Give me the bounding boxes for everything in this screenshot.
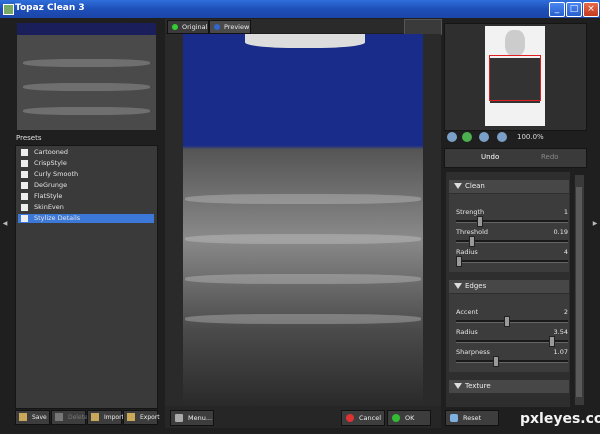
navigator-view-rect[interactable] [489,55,541,101]
zoom-out-icon[interactable] [447,132,457,142]
preset-item-skineven[interactable]: SkinEven [18,203,154,212]
file-icon [21,149,28,156]
save-button[interactable]: Save [15,410,50,425]
settings-scrollbar[interactable] [574,175,584,405]
sharpness-label: Sharpness 1.07 [456,348,568,356]
ok-button[interactable]: OK [387,410,431,426]
file-icon [21,160,28,167]
window-title: Topaz Clean 3 [15,3,85,13]
actual-size-icon[interactable] [497,132,507,142]
slider-thumb[interactable] [549,336,556,347]
threshold-label: Threshold 0.19 [456,228,568,236]
zoom-level: 100.0% [517,133,544,141]
strength-slider[interactable] [456,216,568,227]
settings-panel: Clean Strength 1 Threshold 0.19 Radius 4 Ed… [446,172,570,407]
file-icon [21,182,28,189]
delete-icon [55,413,63,421]
slider-thumb[interactable] [503,316,510,327]
accent-label: Accent 2 [456,308,568,316]
file-icon [21,193,28,200]
cancel-button[interactable]: Cancel [341,410,385,426]
edge-radius-label: Radius 3.54 [456,328,568,336]
reset-button[interactable]: Reset [445,410,499,426]
section-clean-header[interactable]: Clean [449,180,569,193]
cancel-icon [346,414,354,422]
accent-slider[interactable] [456,316,568,327]
close-button[interactable]: × [583,2,599,17]
preset-item-crispstyle[interactable]: CrispStyle [18,159,154,168]
title-bar: Topaz Clean 3 _ □ × [0,0,600,18]
triangle-down-icon [454,283,462,289]
import-icon [91,413,99,421]
zoom-in-icon[interactable] [462,132,472,142]
import-button[interactable]: Import [87,410,124,425]
scrollbar-thumb[interactable] [576,187,582,397]
preview-image [165,34,441,406]
radius-slider[interactable] [456,256,568,267]
slider-thumb[interactable] [477,216,484,227]
file-icon [21,204,28,211]
undo-button[interactable]: Undo [481,153,499,161]
preset-item-curly-smooth[interactable]: Curly Smooth [18,170,154,179]
radius-label: Radius 4 [456,248,568,256]
watermark: pxleyes.com [520,411,600,427]
preview-thumbnail [17,23,156,130]
collapse-right-arrow-icon[interactable]: ▶ [591,220,599,227]
app-icon [3,4,14,15]
triangle-down-icon [454,183,462,189]
topaz-logo [404,19,442,35]
reset-icon [450,414,458,422]
delete-button[interactable]: Delete [51,410,88,425]
maximize-button[interactable]: □ [566,2,582,17]
file-icon [21,215,28,222]
preset-item-stylize-details[interactable]: Stylize Details [18,214,154,223]
section-edges-body: Accent 2 Radius 3.54 Sharpness 1.07 [449,294,569,372]
file-icon [21,171,28,178]
preset-item-flatstyle[interactable]: FlatStyle [18,192,154,201]
sharpness-slider[interactable] [456,356,568,367]
menu-button[interactable]: Menu... [170,410,214,426]
edge-radius-slider[interactable] [456,336,568,347]
slider-thumb[interactable] [493,356,500,367]
tab-preview[interactable]: Preview [209,20,251,34]
section-texture-header[interactable]: Texture [449,380,569,393]
triangle-down-icon [454,383,462,389]
save-icon [19,413,27,421]
preview-dot-icon [214,24,220,30]
slider-thumb[interactable] [468,236,475,247]
original-dot-icon [172,24,178,30]
preset-item-cartooned[interactable]: Cartooned [18,148,154,157]
strength-label: Strength 1 [456,208,568,216]
preset-item-degrunge[interactable]: DeGrunge [18,181,154,190]
export-button[interactable]: Export [123,410,160,425]
section-edges-header[interactable]: Edges [449,280,569,293]
preset-list: Cartooned CrispStyle Curly Smooth DeGrun… [15,145,158,409]
slider-thumb[interactable] [456,256,462,267]
section-clean-body: Strength 1 Threshold 0.19 Radius 4 [449,194,569,272]
tab-original[interactable]: Original [167,20,209,34]
presets-label: Presets [16,134,42,142]
navigator-thumbnail[interactable] [444,23,587,131]
minimize-button[interactable]: _ [549,2,565,17]
wrench-icon [175,414,183,422]
fit-icon[interactable] [479,132,489,142]
collapse-left-arrow-icon[interactable]: ◀ [1,220,9,227]
history-bar: Undo Redo [444,148,587,168]
export-icon [127,413,135,421]
redo-button[interactable]: Redo [541,153,559,161]
check-icon [392,414,400,422]
threshold-slider[interactable] [456,236,568,247]
